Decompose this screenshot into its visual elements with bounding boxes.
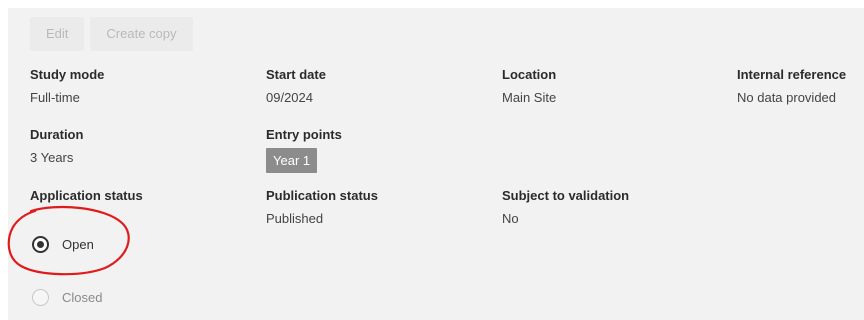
- entry-points-field: Entry points Year 1: [266, 127, 342, 173]
- radio-option-open[interactable]: Open: [32, 236, 94, 253]
- application-status-field: Application status: [30, 188, 143, 203]
- create-copy-button[interactable]: Create copy: [90, 17, 193, 51]
- subject-to-validation-label: Subject to validation: [502, 188, 630, 203]
- study-mode-field: Study mode Full-time: [30, 67, 104, 105]
- toolbar: Edit Create copy: [30, 17, 193, 51]
- study-mode-value: Full-time: [30, 90, 80, 105]
- internal-reference-value: No data provided: [737, 90, 837, 105]
- duration-field: Duration 3 Years: [30, 127, 83, 165]
- study-mode-label: Study mode: [30, 67, 105, 82]
- publication-status-value: Published: [266, 211, 324, 226]
- radio-label-closed[interactable]: Closed: [62, 290, 102, 305]
- start-date-label: Start date: [266, 67, 326, 82]
- publication-status-field: Publication status Published: [266, 188, 378, 226]
- duration-label: Duration: [30, 127, 84, 142]
- edit-button[interactable]: Edit: [30, 17, 85, 51]
- radio-unchecked-icon[interactable]: [32, 289, 49, 306]
- subject-to-validation-field: Subject to validation No: [502, 188, 629, 226]
- duration-value: 3 Years: [30, 150, 74, 165]
- internal-reference-label: Internal reference: [737, 67, 847, 82]
- entry-points-label: Entry points: [266, 127, 342, 142]
- location-label: Location: [502, 67, 557, 82]
- internal-reference-field: Internal reference No data provided: [737, 67, 846, 105]
- radio-label-open[interactable]: Open: [62, 237, 94, 252]
- location-field: Location Main Site: [502, 67, 556, 105]
- radio-checked-icon[interactable]: [32, 236, 49, 253]
- application-status-label: Application status: [30, 188, 143, 203]
- radio-option-closed[interactable]: Closed: [32, 289, 102, 306]
- location-value: Main Site: [502, 90, 557, 105]
- course-details-panel: Edit Create copy Study mode Full-time St…: [7, 8, 864, 320]
- publication-status-label: Publication status: [266, 188, 378, 203]
- start-date-field: Start date 09/2024: [266, 67, 326, 105]
- subject-to-validation-value: No: [502, 211, 519, 226]
- entry-point-badge: Year 1: [266, 148, 318, 173]
- start-date-value: 09/2024: [266, 90, 313, 105]
